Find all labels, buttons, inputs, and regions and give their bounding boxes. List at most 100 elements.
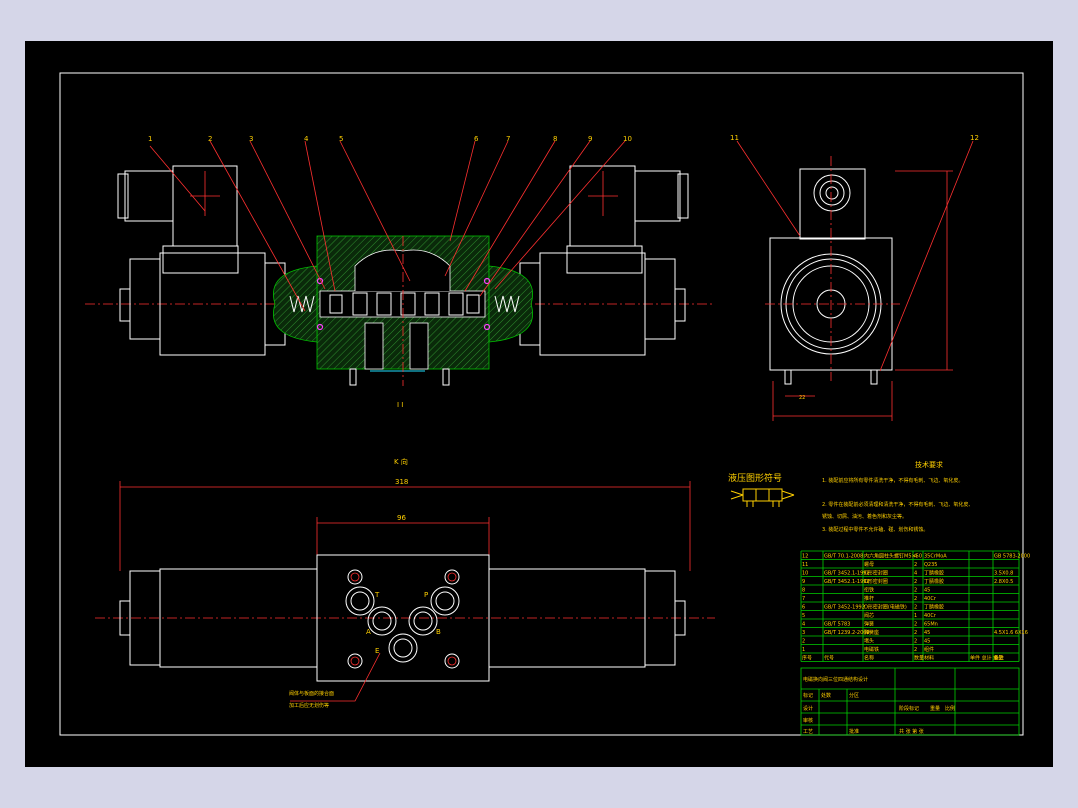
bom-cell: 2 bbox=[914, 647, 917, 653]
bom-cell: 弹簧座 bbox=[864, 629, 879, 636]
bom-cell: 10 bbox=[802, 571, 808, 577]
bom-cell: 4 bbox=[914, 571, 917, 577]
part-number-3: 3 bbox=[249, 135, 253, 143]
bom-cell: 40Cr bbox=[924, 596, 937, 602]
tb-review: 审核 bbox=[803, 717, 813, 724]
bom-header: 数量 bbox=[914, 655, 924, 662]
part-number-4: 4 bbox=[304, 135, 309, 143]
bom-cell: 2 bbox=[914, 639, 917, 645]
part-number-6: 6 bbox=[474, 135, 479, 143]
bom-cell: GB/T 1239.2-2009 bbox=[824, 630, 870, 636]
port-e: E bbox=[375, 647, 379, 655]
title-block: 电磁换向阀三位四通结构设计 标记 处数 分区 设计 审核 工艺 批准 阶段标记 … bbox=[800, 667, 1020, 736]
bom-cell: 丁腈橡胶 bbox=[924, 578, 944, 585]
bom-cell: 4 bbox=[914, 554, 917, 560]
bom-cell: 2 bbox=[914, 588, 917, 594]
bom-cell: 4.5X1.6 6X16 bbox=[994, 630, 1028, 636]
bom-cell: GB/T 70.1-2008 bbox=[824, 554, 863, 560]
tech-title: 技术要求 bbox=[915, 460, 943, 469]
bom-cell: 螺母 bbox=[864, 561, 874, 568]
bom-cell: 35CrMoA bbox=[924, 554, 947, 560]
bom-header: 备注 bbox=[994, 655, 1004, 662]
tech-requirements: 技术要求 1. 装配前应将所有零件清洗干净，不得有毛刺、飞边、氧化皮。 2. 零… bbox=[822, 460, 973, 533]
bom-cell: 1 bbox=[802, 647, 805, 653]
part-number-1: 1 bbox=[148, 135, 152, 143]
bom-cell: GB/T 3452.1-1992 bbox=[824, 571, 870, 577]
part-number-8: 8 bbox=[553, 135, 557, 143]
bom-cell: 7 bbox=[802, 596, 805, 602]
bom-cell: 3 bbox=[802, 630, 805, 636]
part-number-9: 9 bbox=[588, 135, 592, 143]
tb-design: 设计 bbox=[803, 705, 813, 712]
part-number-7: 7 bbox=[506, 135, 510, 143]
tech-item-1: 1. 装配前应将所有零件清洗干净，不得有毛刺、飞边、氧化皮。 bbox=[822, 477, 963, 484]
bom-cell: 40Cr bbox=[924, 613, 937, 619]
bom-cell: 阀芯 bbox=[864, 612, 874, 619]
bom-cell: 45 bbox=[924, 639, 930, 645]
bom-cell: 衔铁 bbox=[864, 587, 874, 594]
bom-header: 材料 bbox=[924, 655, 934, 662]
bom-cell: 45 bbox=[924, 588, 930, 594]
bom-table: 12 GB/T 70.1-2008 内六角圆柱头螺钉M5×504 35CrMoA GB … bbox=[800, 550, 1030, 662]
bom-cell: 11 bbox=[802, 562, 808, 568]
bom-cell: O形密封圈 bbox=[864, 578, 888, 585]
bom-cell: O形密封圈 bbox=[864, 570, 888, 577]
bom-cell: 4 bbox=[802, 622, 805, 628]
k-view: K 向 318 96 T P A B E 阀体与板面的接合面 加工后应无划伤等 bbox=[95, 457, 715, 709]
port-t: T bbox=[374, 591, 380, 599]
tb-stage: 阶段标记 bbox=[899, 705, 919, 712]
bom-cell: 65Mn bbox=[924, 622, 938, 628]
cad-drawing: 1 2 3 4 5 6 7 8 9 10 I I 22 11 12 K 向 31… bbox=[59, 72, 1030, 736]
part-number-10: 10 bbox=[623, 135, 632, 143]
bom-cell: 2 bbox=[914, 605, 917, 611]
bom-cell: 弹簧 bbox=[864, 621, 874, 628]
tb-weight: 重量 bbox=[930, 705, 940, 712]
port-b: B bbox=[436, 628, 441, 636]
tb-zone: 分区 bbox=[849, 692, 859, 699]
tb-count: 处数 bbox=[821, 692, 831, 699]
bom-cell: 2 bbox=[914, 579, 917, 585]
bom-cell: O形密封圈(电磁铁) bbox=[864, 604, 907, 611]
tech-item-2b: 锈蚀、切屑、油污、着色剂和灰尘等。 bbox=[822, 513, 907, 520]
bom-cell: GB/T 3452-1992 bbox=[824, 605, 865, 611]
dim-body: 96 bbox=[397, 514, 406, 522]
bom-cell: 2 bbox=[914, 562, 917, 568]
bom-cell: 2.8X0.5 bbox=[994, 579, 1013, 585]
bom-header: 名称 bbox=[864, 655, 874, 662]
hydraulic-symbol: 液压图形符号 bbox=[728, 472, 795, 507]
side-view: 22 11 12 bbox=[730, 134, 979, 421]
tb-scale: 比例 bbox=[945, 705, 955, 712]
tech-item-3: 3. 装配过程中零件不允许磕、碰、划伤和锈蚀。 bbox=[822, 526, 928, 533]
bom-cell: GB 5783-2000 bbox=[994, 554, 1030, 560]
bom-cell: 12 bbox=[802, 554, 808, 560]
tb-mark: 标记 bbox=[803, 692, 813, 699]
side-dim-small: 22 bbox=[799, 395, 805, 401]
port-a: A bbox=[366, 628, 371, 636]
bom-header: 序号 bbox=[802, 655, 812, 662]
tech-item-2: 2. 零件在装配前必须清理和清洗干净，不得有毛刺、飞边、氧化皮、 bbox=[822, 501, 973, 508]
bom-cell: GB/T 5783 bbox=[824, 622, 850, 628]
port-note-1: 阀体与板面的接合面 bbox=[289, 690, 334, 697]
port-note-2: 加工后应无划伤等 bbox=[289, 702, 329, 709]
bom-cell: 2 bbox=[914, 630, 917, 636]
bom-cell: 8 bbox=[802, 588, 805, 594]
bom-cell: Q235 bbox=[924, 562, 937, 568]
bom-cell: 1 bbox=[914, 613, 917, 619]
bom-cell: 丁腈橡胶 bbox=[924, 604, 944, 611]
bom-cell: 堵头 bbox=[864, 638, 874, 645]
bom-cell: 5 bbox=[802, 613, 805, 619]
port-p: P bbox=[424, 591, 428, 599]
bom-cell: 2 bbox=[802, 639, 805, 645]
bom-cell: 45 bbox=[924, 630, 930, 636]
bom-cell: GB/T 3452.1-1992 bbox=[824, 579, 870, 585]
tb-sheet: 共 张 第 张 bbox=[899, 728, 924, 735]
bom-cell: 2 bbox=[914, 622, 917, 628]
bom-cell: 推杆 bbox=[864, 595, 874, 602]
bom-header: 代号 bbox=[824, 655, 834, 662]
part-number-12: 12 bbox=[970, 134, 979, 142]
bom-cell: 丁腈橡胶 bbox=[924, 570, 944, 577]
section-mark: I I bbox=[397, 401, 403, 409]
bom-cell: 3.5X0.8 bbox=[994, 571, 1013, 577]
part-number-2: 2 bbox=[208, 135, 212, 143]
part-number-5: 5 bbox=[339, 135, 343, 143]
